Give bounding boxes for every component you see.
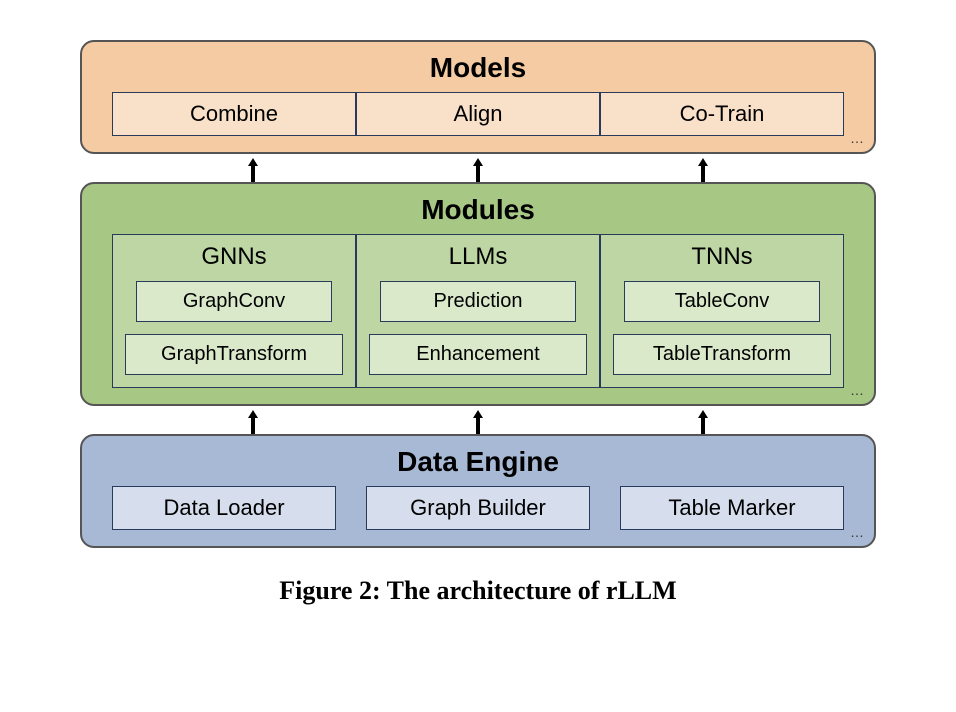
- dataengine-title: Data Engine: [112, 446, 844, 478]
- arrows-models-modules: [80, 154, 876, 182]
- module-box-tableconv: TableConv: [624, 281, 820, 322]
- figure-caption: Figure 2: The architecture of rLLM: [80, 576, 876, 606]
- models-item-align: Align: [356, 92, 600, 136]
- models-ellipsis: …: [850, 130, 864, 146]
- models-item-combine: Combine: [112, 92, 356, 136]
- models-layer: Models Combine Align Co-Train …: [80, 40, 876, 154]
- module-box-tabletransform: TableTransform: [613, 334, 831, 375]
- module-box-enhancement: Enhancement: [369, 334, 587, 375]
- arrow-icon: [693, 158, 713, 178]
- module-group-gnns: GNNs GraphConv GraphTransform: [112, 234, 356, 388]
- module-title-gnns: GNNs: [201, 243, 266, 271]
- module-group-tnns: TNNs TableConv TableTransform: [600, 234, 844, 388]
- module-box-graphconv: GraphConv: [136, 281, 332, 322]
- module-box-graphtransform: GraphTransform: [125, 334, 343, 375]
- dataengine-item-tablemarker: Table Marker: [620, 486, 844, 530]
- arrow-icon: [468, 158, 488, 178]
- modules-ellipsis: …: [850, 382, 864, 398]
- models-row: Combine Align Co-Train: [112, 92, 844, 136]
- module-group-llms: LLMs Prediction Enhancement: [356, 234, 600, 388]
- modules-layer: Modules GNNs GraphConv GraphTransform LL…: [80, 182, 876, 406]
- dataengine-item-graphbuilder: Graph Builder: [366, 486, 590, 530]
- dataengine-row: Data Loader Graph Builder Table Marker: [112, 486, 844, 530]
- arrows-modules-dataengine: [80, 406, 876, 434]
- dataengine-layer: Data Engine Data Loader Graph Builder Ta…: [80, 434, 876, 548]
- modules-title: Modules: [112, 194, 844, 226]
- models-title: Models: [112, 52, 844, 84]
- module-title-tnns: TNNs: [691, 243, 752, 271]
- models-item-cotrain: Co-Train: [600, 92, 844, 136]
- arrow-icon: [243, 410, 263, 430]
- arrow-icon: [693, 410, 713, 430]
- arrow-icon: [468, 410, 488, 430]
- dataengine-ellipsis: …: [850, 524, 864, 540]
- modules-row: GNNs GraphConv GraphTransform LLMs Predi…: [112, 234, 844, 388]
- module-box-prediction: Prediction: [380, 281, 576, 322]
- module-title-llms: LLMs: [449, 243, 508, 271]
- arrow-icon: [243, 158, 263, 178]
- dataengine-item-dataloader: Data Loader: [112, 486, 336, 530]
